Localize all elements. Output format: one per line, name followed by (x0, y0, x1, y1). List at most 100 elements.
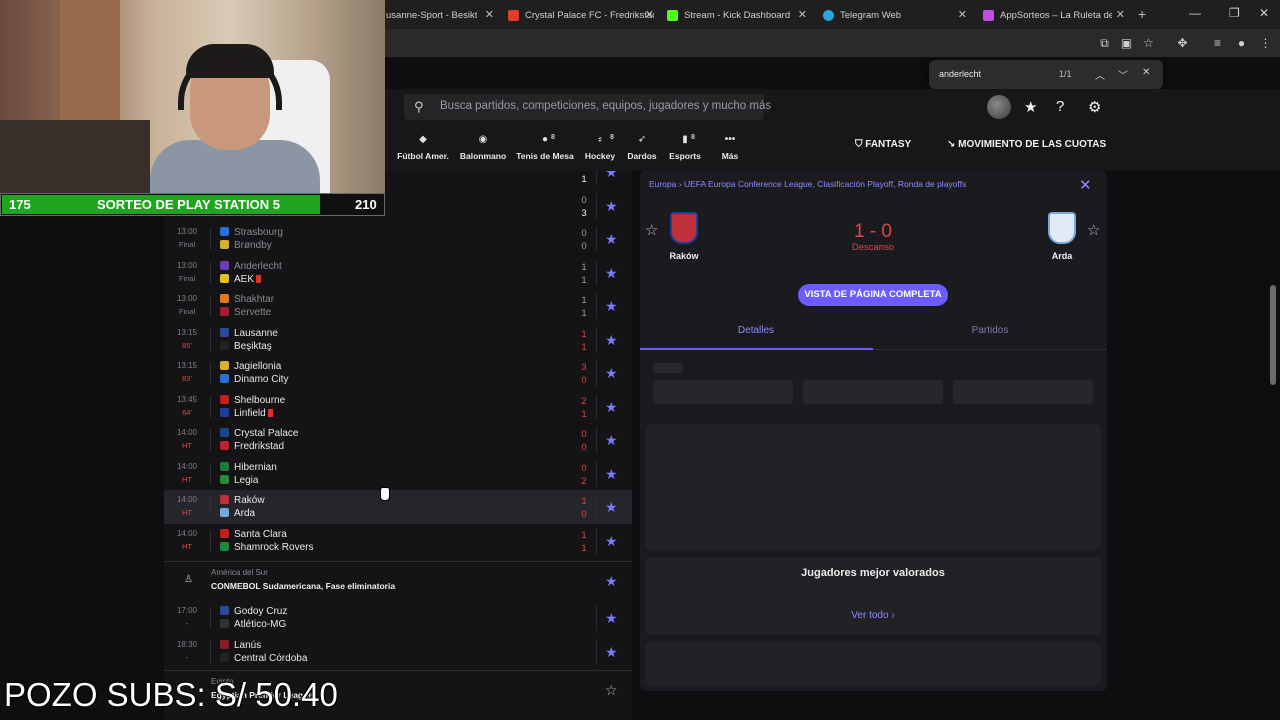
favorite-away-star-icon[interactable]: ☆ (1087, 221, 1100, 239)
favorite-star-icon[interactable]: ★ (605, 644, 618, 661)
tab-title: Crystal Palace FC - Fredrikstad (525, 9, 654, 21)
match-row[interactable]: 14:00 HT Raków Arda 1 0 ★ (164, 490, 632, 524)
fantasy-link[interactable]: ⛉ FANTASY (855, 139, 911, 150)
profile-icon[interactable]: ● (1235, 37, 1248, 50)
team-name[interactable]: Arda (220, 508, 255, 519)
team-name[interactable]: Shakhtar (220, 294, 274, 305)
match-row[interactable]: 14:00 HT Hibernian Legia 0 2 ★ (164, 457, 632, 491)
screenshot-icon[interactable]: ⧉ (1098, 37, 1111, 50)
favorite-star-icon[interactable]: ★ (605, 466, 618, 483)
team-name[interactable]: Shamrock Rovers (220, 541, 313, 553)
sport-more[interactable]: ••• Más (690, 134, 770, 161)
favorites-star-icon[interactable]: ★ (1024, 98, 1037, 116)
match-row[interactable]: 17:00 - Godoy Cruz Atlético-MG ★ (164, 601, 632, 635)
close-tab-icon[interactable]: ✕ (798, 8, 807, 21)
team-name[interactable]: AEK (220, 273, 262, 285)
favorite-star-icon[interactable]: ★ (605, 573, 618, 590)
favorite-star-icon[interactable]: ★ (605, 171, 618, 181)
avatar[interactable] (987, 95, 1011, 119)
team-name[interactable]: Strasbourg (220, 227, 283, 238)
home-team-name[interactable]: Raków (644, 251, 724, 261)
team-name[interactable]: Anderlecht (220, 260, 282, 272)
media-icon[interactable]: ≡ (1211, 37, 1224, 50)
favorite-star-icon[interactable]: ★ (605, 365, 618, 382)
favorite-star-icon[interactable]: ★ (605, 198, 618, 215)
favorite-star-icon[interactable]: ★ (605, 610, 618, 627)
find-close-icon[interactable]: ✕ (1142, 67, 1150, 78)
match-row[interactable]: 13:00 Final Shakhtar Servette 1 1 ★ (164, 289, 632, 323)
tab-matches[interactable]: Partidos (940, 325, 1040, 336)
favorite-star-icon[interactable]: ★ (605, 499, 618, 516)
browser-tab[interactable]: Telegram Web ✕ (823, 3, 967, 27)
match-row[interactable]: 13:00 Final Strasbourg Brøndby 0 0 ★ (164, 222, 632, 256)
team-name[interactable]: Linfield (220, 407, 273, 419)
favorite-star-icon[interactable]: ★ (605, 298, 618, 315)
new-tab-icon[interactable]: + (1138, 6, 1146, 22)
team-crest-icon (220, 227, 229, 236)
favorite-home-star-icon[interactable]: ☆ (645, 221, 658, 239)
favorite-star-icon[interactable]: ★ (605, 399, 618, 416)
close-window-icon[interactable]: ✕ (1259, 6, 1269, 20)
find-next-icon[interactable]: ﹀ (1118, 67, 1128, 82)
match-row[interactable]: 13:15 85' Lausanne Beşiktaş 1 1 ★ (164, 323, 632, 357)
browser-tab[interactable]: Stream - Kick Dashboard ✕ (667, 3, 807, 27)
close-tab-icon[interactable]: ✕ (645, 8, 654, 21)
match-row[interactable]: 13:45 64' Shelbourne Linfield 2 1 ★ (164, 390, 632, 424)
breadcrumb[interactable]: Europa › UEFA Europa Conference League, … (649, 179, 966, 189)
favorite-star-icon[interactable]: ★ (605, 432, 618, 449)
page-scrollbar[interactable] (1270, 285, 1276, 385)
favorite-star-icon[interactable]: ★ (605, 332, 618, 349)
match-row[interactable]: 14:00 HT Crystal Palace Fredrikstad 0 0 ★ (164, 423, 632, 457)
maximize-icon[interactable]: ❐ (1229, 6, 1240, 20)
team-name[interactable]: Jagiellonia (220, 361, 281, 372)
match-row[interactable]: 18:30 - Lanús Central Córdoba ★ (164, 635, 632, 669)
favorite-star-icon[interactable]: ★ (605, 533, 618, 550)
away-team-name[interactable]: Arda (1022, 251, 1102, 261)
team-name[interactable]: Atlético-MG (220, 619, 286, 630)
team-name[interactable]: Lausanne (220, 327, 278, 339)
favorite-star-icon[interactable]: ☆ (605, 682, 618, 699)
extensions-icon[interactable]: ✥ (1176, 37, 1189, 50)
settings-gear-icon[interactable]: ⚙ (1088, 98, 1101, 116)
team-name[interactable]: Servette (220, 307, 271, 318)
team-name[interactable]: Hibernian (220, 461, 277, 473)
team-name[interactable]: Dinamo City (220, 374, 288, 385)
tab-details[interactable]: Detalles (706, 325, 806, 336)
page-info-icon[interactable]: ▣ (1120, 37, 1133, 50)
match-row[interactable]: 13:00 Final Anderlecht AEK 1 1 ★ (164, 256, 632, 290)
close-tab-icon[interactable]: ✕ (958, 8, 967, 21)
browser-tab[interactable]: Crystal Palace FC - Fredrikstad ✕ (508, 3, 654, 27)
competition-header[interactable]: ♙ América del Sur CONMEBOL Sudamericana, F… (164, 561, 632, 599)
menu-icon[interactable]: ⋮ (1259, 37, 1272, 50)
team-name[interactable]: Raków (220, 495, 265, 506)
close-tab-icon[interactable]: ✕ (1116, 8, 1125, 21)
find-previous-icon[interactable]: ︿ (1095, 67, 1105, 82)
close-tab-icon[interactable]: ✕ (485, 8, 494, 21)
team-name[interactable]: Fredrikstad (220, 441, 284, 452)
team-name[interactable]: Lanús (220, 639, 261, 651)
odds-movement-link[interactable]: ↘ MOVIMIENTO DE LAS CUOTAS (947, 139, 1106, 150)
minimize-icon[interactable]: — (1189, 6, 1201, 20)
team-name[interactable]: Beşiktaş (220, 340, 272, 352)
team-name[interactable]: Shelbourne (220, 394, 285, 406)
team-name[interactable]: Godoy Cruz (220, 606, 287, 617)
match-row[interactable]: 13:15 83' Jagiellonia Dinamo City 3 0 ★ (164, 356, 632, 390)
find-input[interactable]: anderlecht (939, 69, 981, 79)
browser-tab[interactable]: AppSorteos – La Ruleta de la S ✕ (983, 3, 1125, 27)
favorite-star-icon[interactable]: ★ (605, 231, 618, 248)
close-panel-icon[interactable]: ✕ (1079, 176, 1092, 194)
favorite-star-icon[interactable]: ★ (605, 265, 618, 282)
bookmark-star-icon[interactable]: ☆ (1142, 37, 1155, 50)
team-name[interactable]: Legia (220, 474, 258, 486)
see-all-link[interactable]: Ver todo › (645, 610, 1101, 621)
team-name[interactable]: Central Córdoba (220, 652, 307, 664)
help-icon[interactable]: ? (1056, 98, 1064, 115)
search-input[interactable]: ⚲ Busca partidos, competiciones, equipos… (404, 94, 771, 120)
full-page-view-button[interactable]: VISTA DE PÁGINA COMPLETA (798, 284, 948, 306)
team-name[interactable]: Brøndby (220, 240, 272, 251)
team-name[interactable]: Santa Clara (220, 528, 287, 540)
browser-tab[interactable]: usanne-Sport - Besikt ✕ (386, 3, 494, 27)
best-players-title: Jugadores mejor valorados (801, 567, 945, 579)
team-name[interactable]: Crystal Palace (220, 428, 298, 439)
match-row[interactable]: 14:00 HT Santa Clara Shamrock Rovers 1 1 ★ (164, 524, 632, 558)
